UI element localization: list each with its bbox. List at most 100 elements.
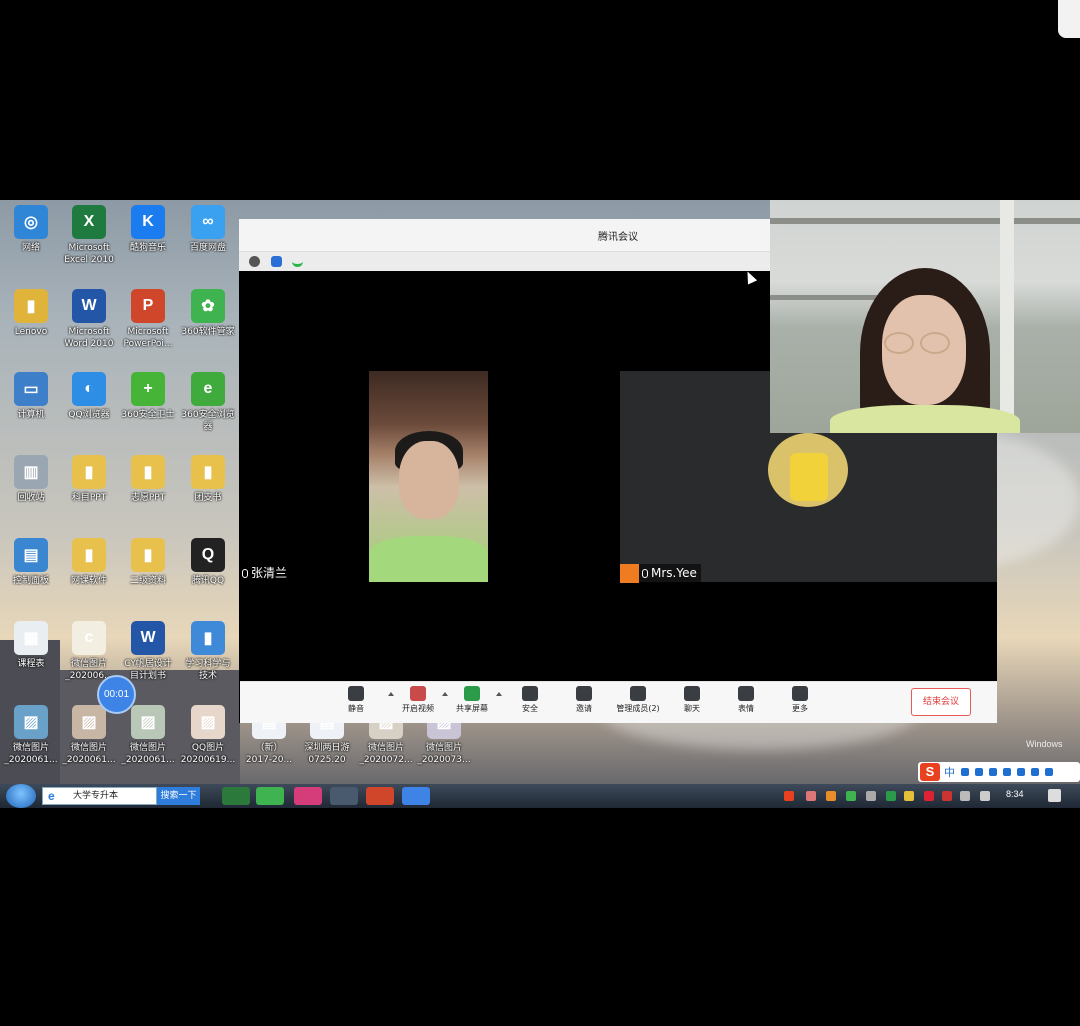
toolbar-video-off-button[interactable]: 开启视频 bbox=[390, 686, 446, 714]
desktop-icon-image: ▮ bbox=[191, 621, 225, 655]
desktop-icon[interactable]: +360安全卫士 bbox=[117, 372, 179, 421]
ime-tool-icon[interactable] bbox=[961, 768, 969, 776]
desktop-icon[interactable]: c 微信图片 _202006... bbox=[58, 621, 120, 682]
end-meeting-button[interactable]: 结束会议 bbox=[911, 688, 971, 716]
desktop-icon[interactable]: ▮ 团支书 bbox=[177, 455, 239, 504]
desktop-icon-image: ∞ bbox=[191, 205, 225, 239]
window-frame bbox=[1000, 200, 1014, 433]
host-icon bbox=[620, 564, 639, 583]
desktop-icon-label: 微信图片 _2020061... bbox=[121, 743, 175, 765]
desktop-icon[interactable]: ▨ QQ图片 20200619... bbox=[177, 705, 239, 766]
toolbar-share-screen-button[interactable]: 共享屏幕 bbox=[444, 686, 500, 714]
taskbar-clock[interactable]: 8:34 bbox=[1006, 789, 1024, 799]
desktop-icon[interactable]: ✿ 360软件管家 bbox=[177, 289, 239, 338]
desktop-icon-image: ◎ bbox=[14, 205, 48, 239]
desktop-icon-image: ▮ bbox=[131, 538, 165, 572]
ime-tool-icon[interactable] bbox=[1003, 768, 1011, 776]
desktop-icon[interactable]: ▮ 学习科学与 技术 bbox=[177, 621, 239, 682]
tray-icon[interactable] bbox=[886, 791, 896, 801]
tray-icon[interactable] bbox=[924, 791, 934, 801]
desktop-icon[interactable]: ▤ 控制面板 bbox=[0, 538, 62, 587]
powerpoint-icon[interactable] bbox=[366, 787, 394, 805]
wechat-icon[interactable] bbox=[330, 787, 358, 805]
meeting-title-bar[interactable]: 腾讯会议 bbox=[239, 219, 770, 252]
invite-user-icon bbox=[576, 686, 592, 701]
ime-tool-icon[interactable] bbox=[1031, 768, 1039, 776]
desktop-icon-label: 腾讯QQ bbox=[191, 576, 225, 586]
start-button[interactable] bbox=[6, 784, 36, 808]
participant-video-tile[interactable] bbox=[369, 371, 488, 582]
ime-toolbar[interactable]: S 中 bbox=[918, 762, 1080, 782]
network-icon[interactable] bbox=[960, 791, 970, 801]
desktop-icon[interactable]: ∞ 百度网盘 bbox=[177, 205, 239, 254]
mute-options-caret[interactable] bbox=[388, 692, 394, 696]
action-center-icon[interactable] bbox=[1048, 789, 1061, 802]
desktop-icon[interactable]: ▦ 课程表 bbox=[0, 621, 62, 670]
desktop-icon[interactable]: P Microsoft PowerPoi... bbox=[117, 289, 179, 350]
desktop-icon[interactable]: ▮ Lenovo bbox=[0, 289, 62, 338]
desktop-icon-label: 酷狗音乐 bbox=[129, 243, 166, 253]
toolbar-members-button[interactable]: 管理成员(2) bbox=[610, 686, 666, 714]
desktop-icon[interactable]: W Microsoft Word 2010 bbox=[58, 289, 120, 350]
volume-icon[interactable] bbox=[980, 791, 990, 801]
video-options-caret[interactable] bbox=[442, 692, 448, 696]
toolbar-chat-button[interactable]: 聊天 bbox=[664, 686, 720, 714]
meeting-timer-bubble[interactable]: 00:01 bbox=[97, 675, 136, 714]
toolbar-microphone-button[interactable]: 静音 bbox=[328, 686, 384, 714]
meeting-toolbar: 静音 开启视频 共享屏幕 安全 邀请 管理成员(2) 聊天 表情 更多 结束会议 bbox=[240, 681, 997, 723]
desktop-icon[interactable]: Q 腾讯QQ bbox=[177, 538, 239, 587]
toolbar-emoji-button[interactable]: 表情 bbox=[718, 686, 774, 714]
chat-icon bbox=[684, 686, 700, 701]
ime-tool-icon[interactable] bbox=[989, 768, 997, 776]
ie-icon: e bbox=[48, 789, 55, 803]
share-options-caret[interactable] bbox=[496, 692, 502, 696]
sogou-tray-icon[interactable] bbox=[784, 791, 794, 801]
desktop-icon[interactable]: e 360安全浏览 器 bbox=[177, 372, 239, 433]
taskbar-search-input[interactable]: e 大学专升本 bbox=[42, 787, 157, 805]
tray-icon[interactable] bbox=[866, 791, 876, 801]
tray-icon[interactable] bbox=[942, 791, 952, 801]
desktop-icon[interactable]: ▨ 微信图片 _2020061... bbox=[117, 705, 179, 766]
ime-mode[interactable]: 中 bbox=[944, 764, 955, 780]
desktop-icon[interactable]: W CY帆居设计 目计划书 bbox=[117, 621, 179, 682]
tencent-meeting-icon[interactable] bbox=[402, 787, 430, 805]
wechat-tray-icon[interactable] bbox=[846, 791, 856, 801]
tray-icon[interactable] bbox=[806, 791, 816, 801]
desktop-icon[interactable]: ▭ 计算机 bbox=[0, 372, 62, 421]
desktop-icon-label: 志愿PPT bbox=[130, 493, 166, 503]
wps-icon[interactable] bbox=[222, 787, 250, 805]
toolbar-shield-button[interactable]: 安全 bbox=[502, 686, 558, 714]
tray-icon[interactable] bbox=[826, 791, 836, 801]
ime-tool-icon[interactable] bbox=[1017, 768, 1025, 776]
desktop-icon-label: 360安全浏览 器 bbox=[181, 410, 235, 432]
desktop-icon[interactable]: ▥ 回收站 bbox=[0, 455, 62, 504]
sogou-icon[interactable]: S bbox=[920, 763, 940, 781]
tray-icon[interactable] bbox=[904, 791, 914, 801]
desktop-icon-label: 360安全卫士 bbox=[121, 410, 175, 420]
desktop-icon-label: 网课软件 bbox=[70, 576, 107, 586]
app-icon[interactable] bbox=[294, 787, 322, 805]
desktop-icon[interactable]: ◎ 网络 bbox=[0, 205, 62, 254]
desktop-icon[interactable]: ▨ 微信图片 _2020061... bbox=[58, 705, 120, 766]
desktop-icon-label: （新） 2017-20... bbox=[245, 743, 293, 765]
camera-inset-video[interactable] bbox=[770, 200, 1080, 433]
desktop-icon[interactable]: ▮ 志愿PPT bbox=[117, 455, 179, 504]
info-icon[interactable] bbox=[249, 256, 260, 267]
desktop-icon[interactable]: X Microsoft Excel 2010 bbox=[58, 205, 120, 266]
ime-tool-icon[interactable] bbox=[1045, 768, 1053, 776]
toolbar-invite-user-button[interactable]: 邀请 bbox=[556, 686, 612, 714]
shield-icon[interactable] bbox=[271, 256, 282, 267]
desktop-icon-label: 回收站 bbox=[17, 493, 45, 503]
desktop-icon[interactable]: ▮ 二级资料 bbox=[117, 538, 179, 587]
toolbar-more-button[interactable]: 更多 bbox=[772, 686, 828, 714]
media-player-icon[interactable] bbox=[256, 787, 284, 805]
ime-tool-icon[interactable] bbox=[975, 768, 983, 776]
desktop-icon[interactable]: K 酷狗音乐 bbox=[117, 205, 179, 254]
desktop-icon[interactable]: ▨ 微信图片 _2020061... bbox=[0, 705, 62, 766]
desktop-icon-image: e bbox=[191, 372, 225, 406]
toolbar-button-label: 更多 bbox=[792, 704, 808, 713]
desktop-icon[interactable]: ◐ QQ浏览器 bbox=[58, 372, 120, 421]
desktop-icon[interactable]: ▮ 科目PPT bbox=[58, 455, 120, 504]
search-button[interactable]: 搜索一下 bbox=[157, 787, 200, 805]
desktop-icon[interactable]: ▮ 网课软件 bbox=[58, 538, 120, 587]
